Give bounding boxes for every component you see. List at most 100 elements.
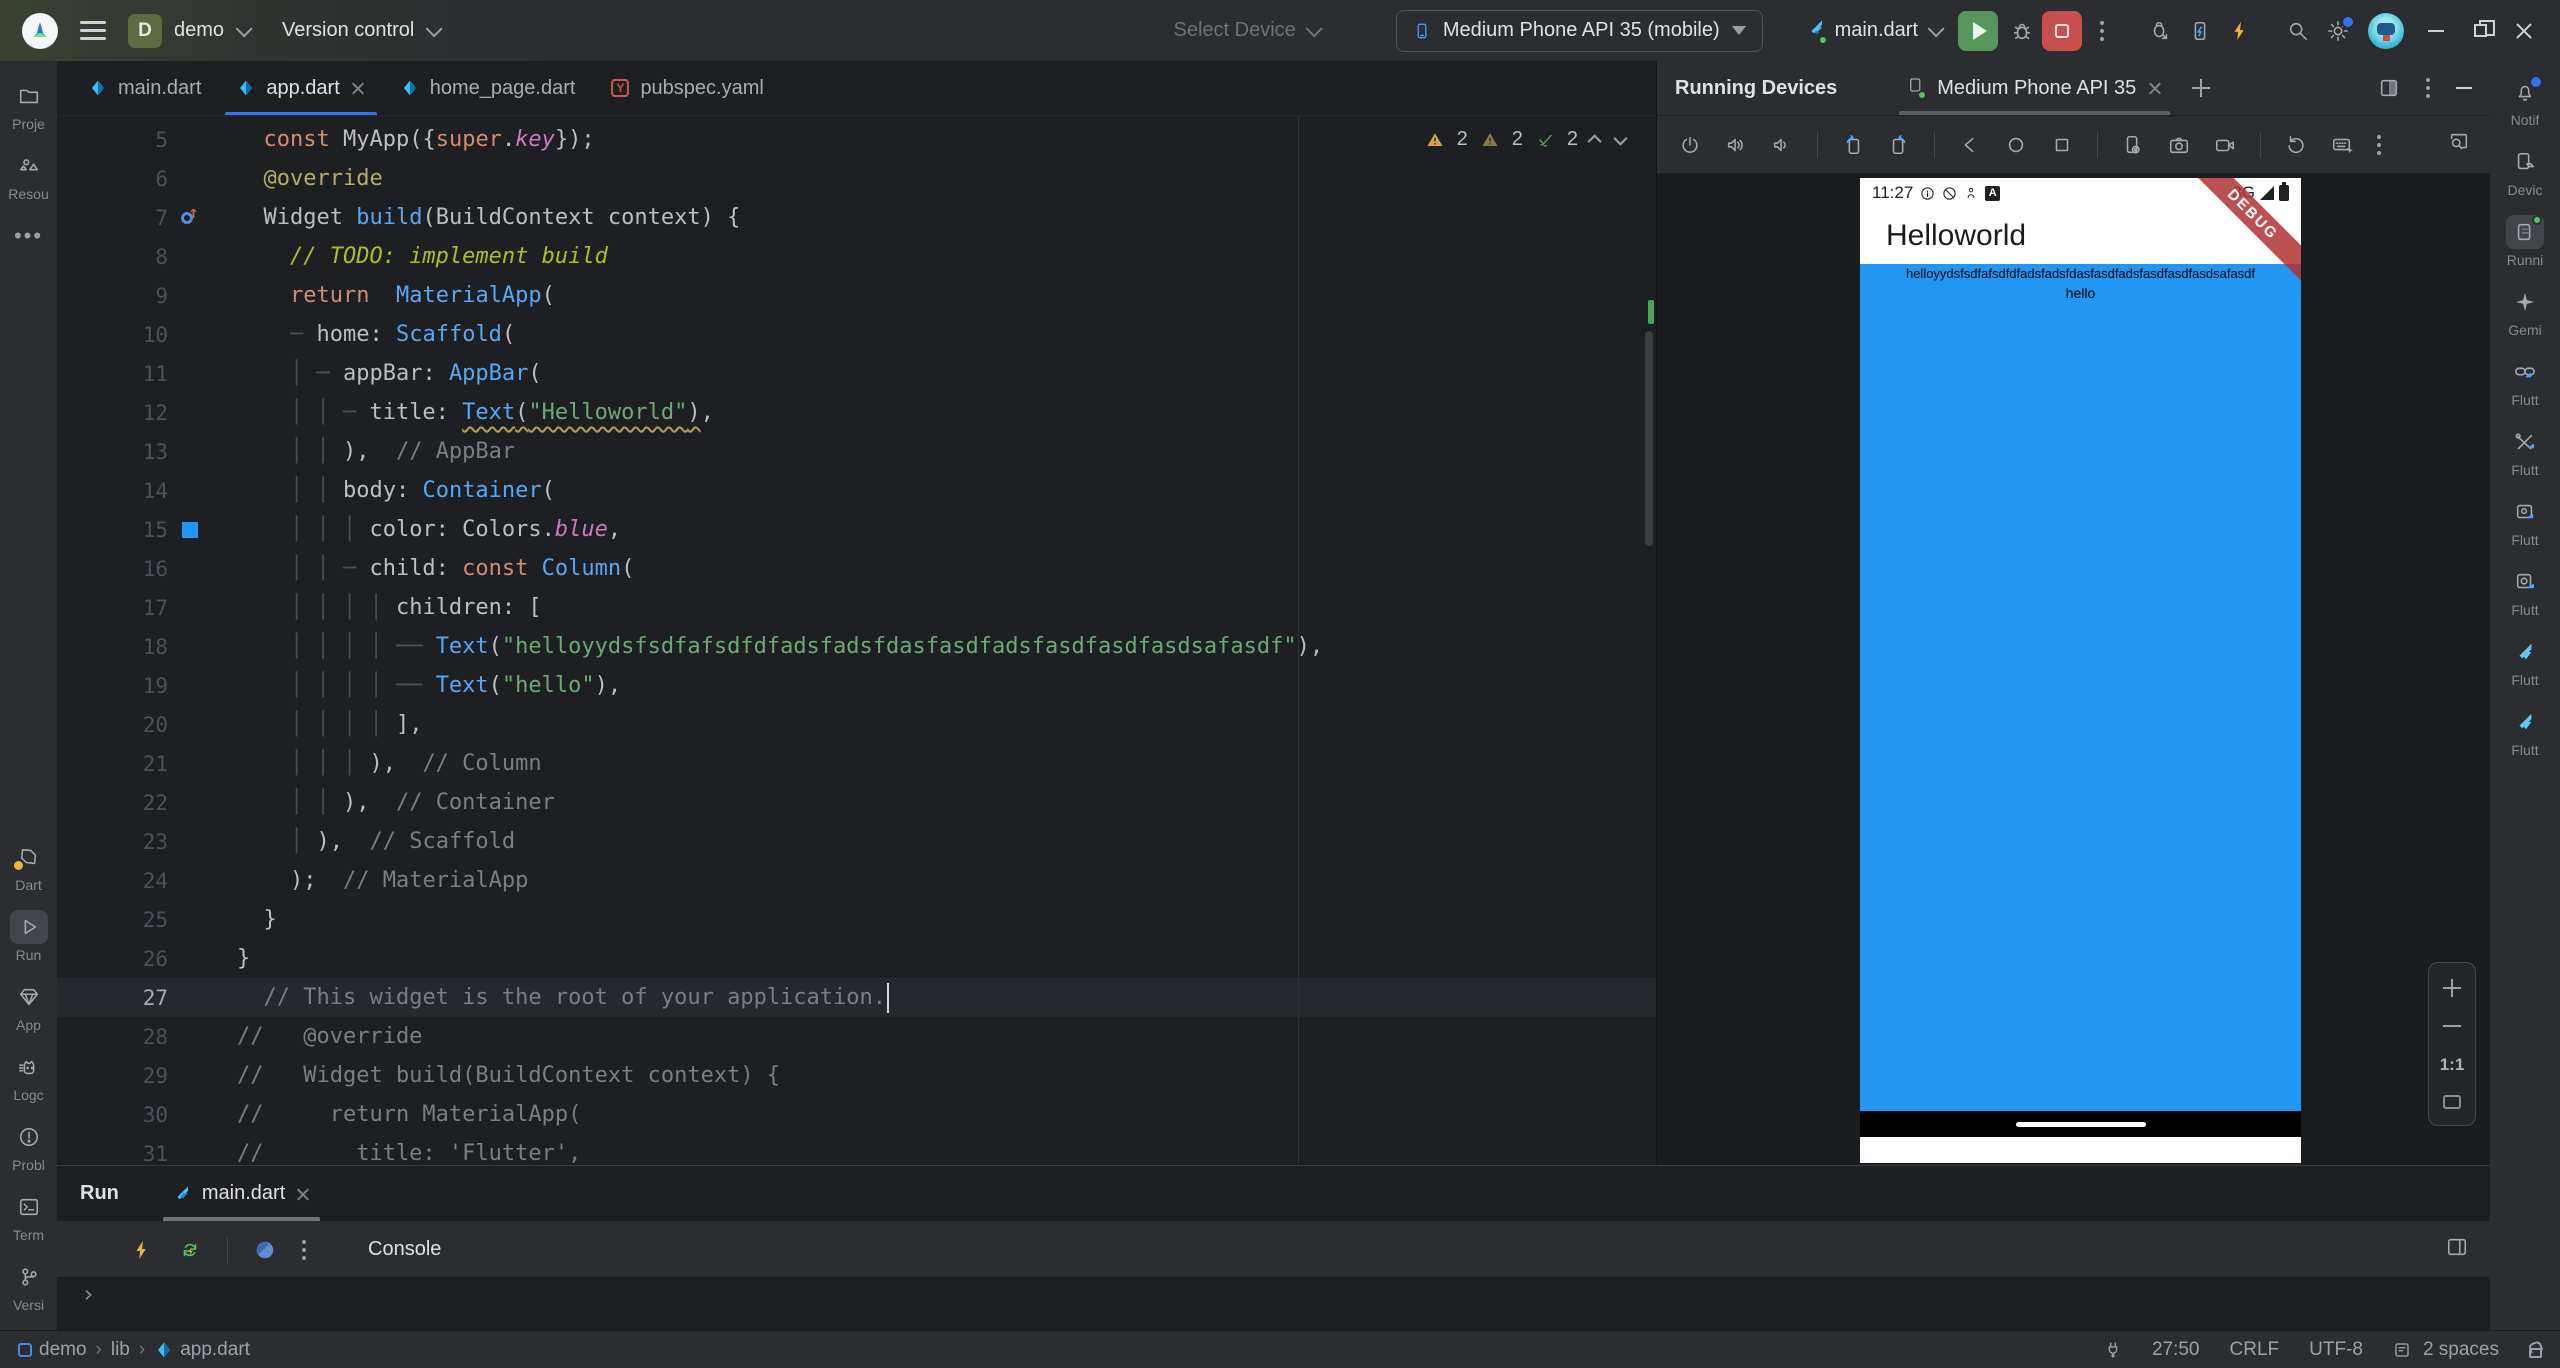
override-gutter-icon[interactable]: ↑ (168, 212, 212, 224)
device-tab[interactable]: Medium Phone API 35 (1899, 61, 2170, 115)
code-line-7[interactable]: 7↑ Widget build(BuildContext context) { (57, 198, 1656, 237)
code-line-30[interactable]: 30// return MaterialApp( (57, 1095, 1656, 1134)
close-button[interactable] (2502, 9, 2546, 53)
hot-reload-icon[interactable] (131, 1239, 153, 1261)
code-line-12[interactable]: 12 │ │ ─ title: Text("Helloworld"), (57, 393, 1656, 432)
indent-setting[interactable]: 2 spaces (2423, 1339, 2499, 1361)
avatar[interactable] (2368, 13, 2404, 49)
code-line-6[interactable]: 6 @override (57, 159, 1656, 198)
cursor-position[interactable]: 27:50 (2152, 1339, 2200, 1361)
console-label[interactable]: Console (368, 1238, 441, 1261)
sidebar-item-device-manager[interactable]: Devic (2490, 145, 2560, 198)
sidebar-item-running-devices[interactable]: Runni (2490, 215, 2560, 268)
add-device-tab-button[interactable] (2192, 79, 2210, 97)
layout-settings-icon[interactable] (2446, 1236, 2468, 1258)
sidebar-item-flutter-performance[interactable]: Flutt (2490, 635, 2560, 688)
console-output[interactable]: › (57, 1278, 2490, 1330)
hot-reload-button[interactable] (2220, 11, 2260, 51)
tab-main-dart[interactable]: main.dart (71, 61, 219, 115)
keyboard-input-icon[interactable] (2331, 134, 2353, 156)
code-line-14[interactable]: 14 │ │ body: Container( (57, 471, 1656, 510)
rotate-left-icon[interactable] (1842, 134, 1864, 156)
tab-app-dart[interactable]: app.dart (219, 61, 382, 115)
file-encoding[interactable]: UTF-8 (2309, 1339, 2363, 1361)
select-device-dropdown[interactable]: Select Device (1174, 19, 1318, 42)
volume-up-icon[interactable] (1725, 134, 1747, 156)
restore-button[interactable] (2458, 9, 2502, 53)
code-line-18[interactable]: 18 │ │ │ │ ── Text("helloyydsfsdfafsdfdf… (57, 627, 1656, 666)
fit-to-window-button[interactable] (2443, 1095, 2461, 1109)
code-line-17[interactable]: 17 │ │ │ │ children: [ (57, 588, 1656, 627)
screen-record-icon[interactable] (2214, 134, 2236, 156)
sidebar-item-app-quality-insights[interactable]: App (0, 980, 57, 1033)
sidebar-item-resource-manager[interactable]: Resou (0, 149, 57, 202)
sidebar-item-notifications[interactable]: Notif (2490, 75, 2560, 128)
code-line-15[interactable]: 15 │ │ │ color: Colors.blue, (57, 510, 1656, 549)
back-icon[interactable] (1959, 134, 1981, 156)
tab-pubspec-yaml[interactable]: Y pubspec.yaml (593, 61, 781, 115)
sidebar-item-flutter-tools[interactable]: Flutt (2490, 425, 2560, 478)
unlocked-icon[interactable] (2529, 1348, 2542, 1358)
close-tab-icon[interactable] (2148, 81, 2162, 95)
sidebar-item-version-control[interactable]: Versi (0, 1260, 57, 1313)
close-tab-icon[interactable] (351, 81, 365, 95)
project-selector[interactable]: D demo (128, 14, 248, 48)
run-configuration-selector[interactable]: main.dart (1807, 19, 1940, 43)
emulator-screen[interactable]: 11:27 A 3G Helloworld (1860, 178, 2301, 1163)
main-menu-icon[interactable] (80, 21, 106, 40)
panel-options-icon[interactable] (2426, 86, 2430, 90)
sidebar-item-problems[interactable]: Probl (0, 1120, 57, 1173)
flutter-attach-button[interactable] (2140, 11, 2180, 51)
code-line-9[interactable]: 9 return MaterialApp( (57, 276, 1656, 315)
code-line-11[interactable]: 11 │ ─ appBar: AppBar( (57, 354, 1656, 393)
tab-home-page-dart[interactable]: home_page.dart (383, 61, 594, 115)
sidebar-item-dart-analysis[interactable]: Dart (0, 840, 57, 893)
sidebar-item-gemini[interactable]: Gemi (2490, 285, 2560, 338)
home-icon[interactable] (2005, 134, 2027, 156)
zoom-window-icon[interactable] (2448, 131, 2470, 153)
code-line-31[interactable]: 31// title: 'Flutter', (57, 1134, 1656, 1165)
next-issue-icon[interactable] (1613, 131, 1627, 145)
settings-button[interactable] (2318, 11, 2358, 51)
run-options-icon[interactable] (302, 1248, 306, 1252)
close-tab-icon[interactable] (296, 1187, 310, 1201)
code-line-20[interactable]: 20 │ │ │ │ ], (57, 705, 1656, 744)
line-ending[interactable]: CRLF (2230, 1339, 2280, 1361)
run-tab-main-dart[interactable]: main.dart (163, 1166, 320, 1221)
sidebar-item-logcat[interactable]: Logc (0, 1050, 57, 1103)
code-line-25[interactable]: 25 } (57, 900, 1656, 939)
code-line-24[interactable]: 24 ); // MaterialApp (57, 861, 1656, 900)
gesture-pill[interactable] (2016, 1122, 2146, 1127)
power-icon[interactable] (1679, 134, 1701, 156)
sidebar-item-flutter-inspector[interactable]: Flutt (2490, 565, 2560, 618)
stop-button[interactable] (2042, 11, 2082, 51)
zoom-out-button[interactable] (2443, 1017, 2461, 1035)
editor-scrollbar[interactable] (1645, 331, 1653, 546)
breadcrumb-project[interactable]: demo (39, 1339, 87, 1361)
code-line-19[interactable]: 19 │ │ │ │ ── Text("hello"), (57, 666, 1656, 705)
code-line-28[interactable]: 28// @override (57, 1017, 1656, 1056)
device-selector[interactable]: Medium Phone API 35 (mobile) (1396, 10, 1763, 52)
sidebar-item-project[interactable]: Proje (0, 79, 57, 132)
version-control-menu[interactable]: Version control (282, 19, 438, 42)
debug-button[interactable] (2002, 11, 2042, 51)
code-line-29[interactable]: 29// Widget build(BuildContext context) … (57, 1056, 1656, 1095)
breadcrumb-file[interactable]: app.dart (180, 1339, 250, 1361)
sidebar-item-flutter-connect[interactable]: Flutt (2490, 355, 2560, 408)
code-line-22[interactable]: 22 │ │ ), // Container (57, 783, 1656, 822)
inspections-widget[interactable]: 2 2 2 (1420, 126, 1630, 153)
minimize-button[interactable] (2414, 9, 2458, 53)
code-line-8[interactable]: 8 // TODO: implement build (57, 237, 1656, 276)
device-settings-icon[interactable] (2122, 134, 2144, 156)
dart-logo-icon[interactable] (254, 1239, 276, 1261)
code-line-27[interactable]: 27 // This widget is the root of your ap… (57, 978, 1656, 1017)
sidebar-item-more[interactable]: ••• (0, 219, 57, 253)
more-actions-button[interactable] (2082, 11, 2122, 51)
emulator-more-icon[interactable] (2377, 143, 2381, 147)
code-editor[interactable]: 5 const MyApp({super.key});6 @override7↑… (57, 116, 1656, 1165)
sidebar-item-run[interactable]: Run (0, 910, 57, 963)
hot-restart-button[interactable] (2180, 11, 2220, 51)
volume-down-icon[interactable] (1771, 134, 1793, 156)
prev-issue-icon[interactable] (1588, 134, 1602, 148)
rotate-right-icon[interactable] (1888, 134, 1910, 156)
